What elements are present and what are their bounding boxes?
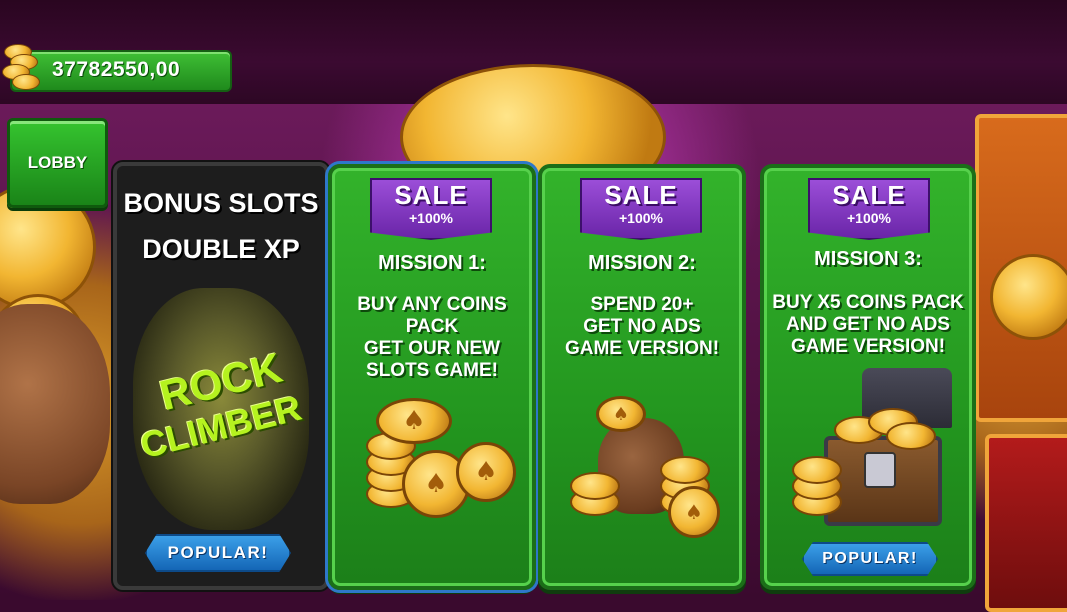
bonus-slots-card[interactable]: BONUS SLOTS DOUBLE XP ROCK CLIMBER POPUL… <box>113 162 329 590</box>
sale-badge: SALE +100% <box>808 178 930 240</box>
bonus-title: BONUS SLOTS <box>123 188 319 218</box>
coin-bag-icon <box>0 304 110 504</box>
treasure-chest-icon <box>764 368 972 533</box>
sale-label: SALE <box>832 180 906 210</box>
sale-percent: +100% <box>619 210 663 226</box>
sale-label: SALE <box>604 180 678 210</box>
bonus-subtitle: DOUBLE XP <box>142 234 300 264</box>
mission-description: BUY X5 COINS PACK AND GET NO ADS GAME VE… <box>772 292 964 357</box>
sale-label: SALE <box>394 180 468 210</box>
coin-stack-icon <box>0 44 42 94</box>
chest-front-icon <box>985 434 1067 612</box>
mission-description: SPEND 20+ GET NO ADS GAME VERSION! <box>564 294 720 359</box>
mission-card-2[interactable]: SALE +100% MISSION 2: SPEND 20+ GET NO A… <box>538 164 746 590</box>
coin-bag-icon: ♠ ♠ <box>542 378 742 538</box>
coin-balance: 37782550,00 <box>10 50 232 92</box>
gold-coin-icon <box>990 254 1067 340</box>
mission-card-1[interactable]: SALE +100% MISSION 1: BUY ANY COINS PACK… <box>328 164 536 590</box>
mission-title: MISSION 1: <box>378 252 486 274</box>
popular-badge: POPULAR! <box>145 534 291 572</box>
coin-pile-icon: ♠ ♠ ♠ <box>332 390 532 520</box>
sale-badge: SALE +100% <box>580 178 702 240</box>
sale-percent: +100% <box>409 210 453 226</box>
mission-card-3[interactable]: SALE +100% MISSION 3: BUY X5 COINS PACK … <box>760 164 976 590</box>
popular-badge: POPULAR! <box>802 542 938 576</box>
balance-amount: 37782550,00 <box>52 58 181 81</box>
rock-climber-logo: ROCK CLIMBER <box>133 288 309 530</box>
mission-description: BUY ANY COINS PACK GET OUR NEW SLOTS GAM… <box>357 294 507 381</box>
mission-title: MISSION 3: <box>814 248 922 270</box>
sale-percent: +100% <box>847 210 891 226</box>
lobby-button[interactable]: LOBBY <box>7 118 108 208</box>
mission-title: MISSION 2: <box>588 252 696 274</box>
sale-badge: SALE +100% <box>370 178 492 240</box>
